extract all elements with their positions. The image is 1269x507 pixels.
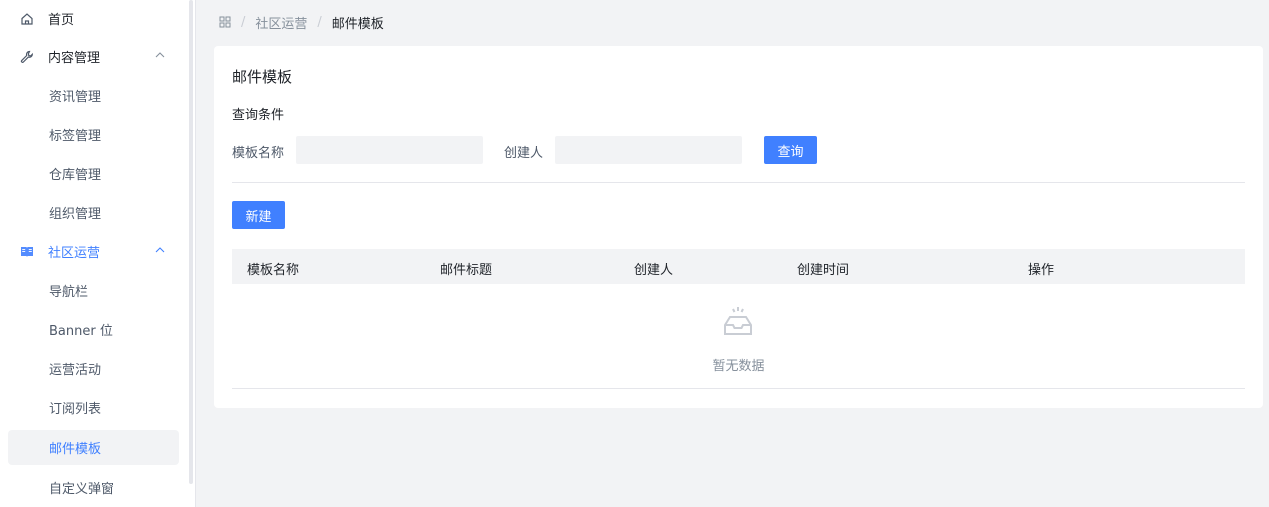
sidebar-item-community-ops[interactable]: 社区运营 xyxy=(8,234,179,269)
breadcrumb: / 社区运营 / 邮件模板 xyxy=(219,13,384,32)
sidebar-item-subscriptions[interactable]: 订阅列表 xyxy=(8,390,179,425)
column-header-actions: 操作 xyxy=(1028,263,1055,278)
divider xyxy=(232,182,1245,183)
column-header-template-name: 模板名称 xyxy=(247,263,300,278)
sidebar-item-label: 邮件模板 xyxy=(49,442,102,457)
wrench-icon xyxy=(20,50,34,64)
sidebar-item-label: 导航栏 xyxy=(49,285,89,300)
sidebar-item-news-management[interactable]: 资讯管理 xyxy=(8,78,179,113)
sidebar: 首页 内容管理 资讯管理 标签管理 仓库管理 组织管理 社区运营 导航栏 Ban… xyxy=(0,0,196,507)
sidebar-item-home[interactable]: 首页 xyxy=(8,1,179,36)
breadcrumb-item-current: 邮件模板 xyxy=(331,16,384,32)
home-icon xyxy=(20,12,34,26)
column-header-created-time: 创建时间 xyxy=(797,263,850,278)
query-section-label: 查询条件 xyxy=(232,108,285,123)
sidebar-item-label: 首页 xyxy=(48,13,75,28)
sidebar-item-label: 运营活动 xyxy=(49,363,102,378)
content-card: 邮件模板 查询条件 模板名称 创建人 查询 新建 模板名称 邮件标题 创建人 创… xyxy=(214,46,1263,408)
sidebar-item-banner[interactable]: Banner 位 xyxy=(8,312,179,347)
sidebar-item-content-management[interactable]: 内容管理 xyxy=(8,39,179,74)
column-header-email-subject: 邮件标题 xyxy=(440,263,493,278)
sidebar-item-label: 资讯管理 xyxy=(49,90,102,105)
sidebar-item-label: 标签管理 xyxy=(49,129,102,144)
template-name-input[interactable] xyxy=(296,136,483,164)
breadcrumb-separator: / xyxy=(241,14,246,30)
table-header: 模板名称 邮件标题 创建人 创建时间 操作 xyxy=(232,249,1245,284)
sidebar-scrollbar[interactable] xyxy=(189,0,193,484)
sidebar-item-label: 自定义弹窗 xyxy=(49,482,115,497)
sidebar-item-label: 仓库管理 xyxy=(49,168,102,183)
templates-table: 模板名称 邮件标题 创建人 创建时间 操作 暂无数据 xyxy=(232,249,1245,389)
sidebar-item-navbar[interactable]: 导航栏 xyxy=(8,273,179,308)
breadcrumb-item-community-ops[interactable]: 社区运营 xyxy=(255,13,307,32)
empty-inbox-icon xyxy=(720,304,756,340)
query-button[interactable]: 查询 xyxy=(764,136,817,164)
new-button[interactable]: 新建 xyxy=(232,201,285,229)
sidebar-item-label: 订阅列表 xyxy=(49,402,102,417)
creator-input[interactable] xyxy=(555,136,742,164)
breadcrumb-separator: / xyxy=(317,14,322,30)
apps-icon[interactable] xyxy=(219,16,231,28)
page-title: 邮件模板 xyxy=(232,68,293,86)
book-icon xyxy=(20,245,34,259)
empty-text: 暂无数据 xyxy=(712,359,765,374)
sidebar-item-activities[interactable]: 运营活动 xyxy=(8,351,179,386)
sidebar-item-email-templates[interactable]: 邮件模板 xyxy=(8,430,179,465)
creator-label: 创建人 xyxy=(504,146,544,161)
column-header-creator: 创建人 xyxy=(634,263,674,278)
chevron-up-icon xyxy=(155,245,165,255)
template-name-label: 模板名称 xyxy=(232,146,285,161)
sidebar-item-label: Banner 位 xyxy=(49,324,113,339)
sidebar-item-label: 内容管理 xyxy=(48,51,101,66)
sidebar-item-label: 组织管理 xyxy=(49,207,102,222)
sidebar-item-label: 社区运营 xyxy=(48,246,101,261)
sidebar-item-repo-management[interactable]: 仓库管理 xyxy=(8,156,179,191)
sidebar-item-org-management[interactable]: 组织管理 xyxy=(8,195,179,230)
sidebar-item-tag-management[interactable]: 标签管理 xyxy=(8,117,179,152)
sidebar-item-custom-popups[interactable]: 自定义弹窗 xyxy=(8,470,179,505)
table-empty-state: 暂无数据 xyxy=(232,284,1245,389)
chevron-up-icon xyxy=(155,50,165,60)
